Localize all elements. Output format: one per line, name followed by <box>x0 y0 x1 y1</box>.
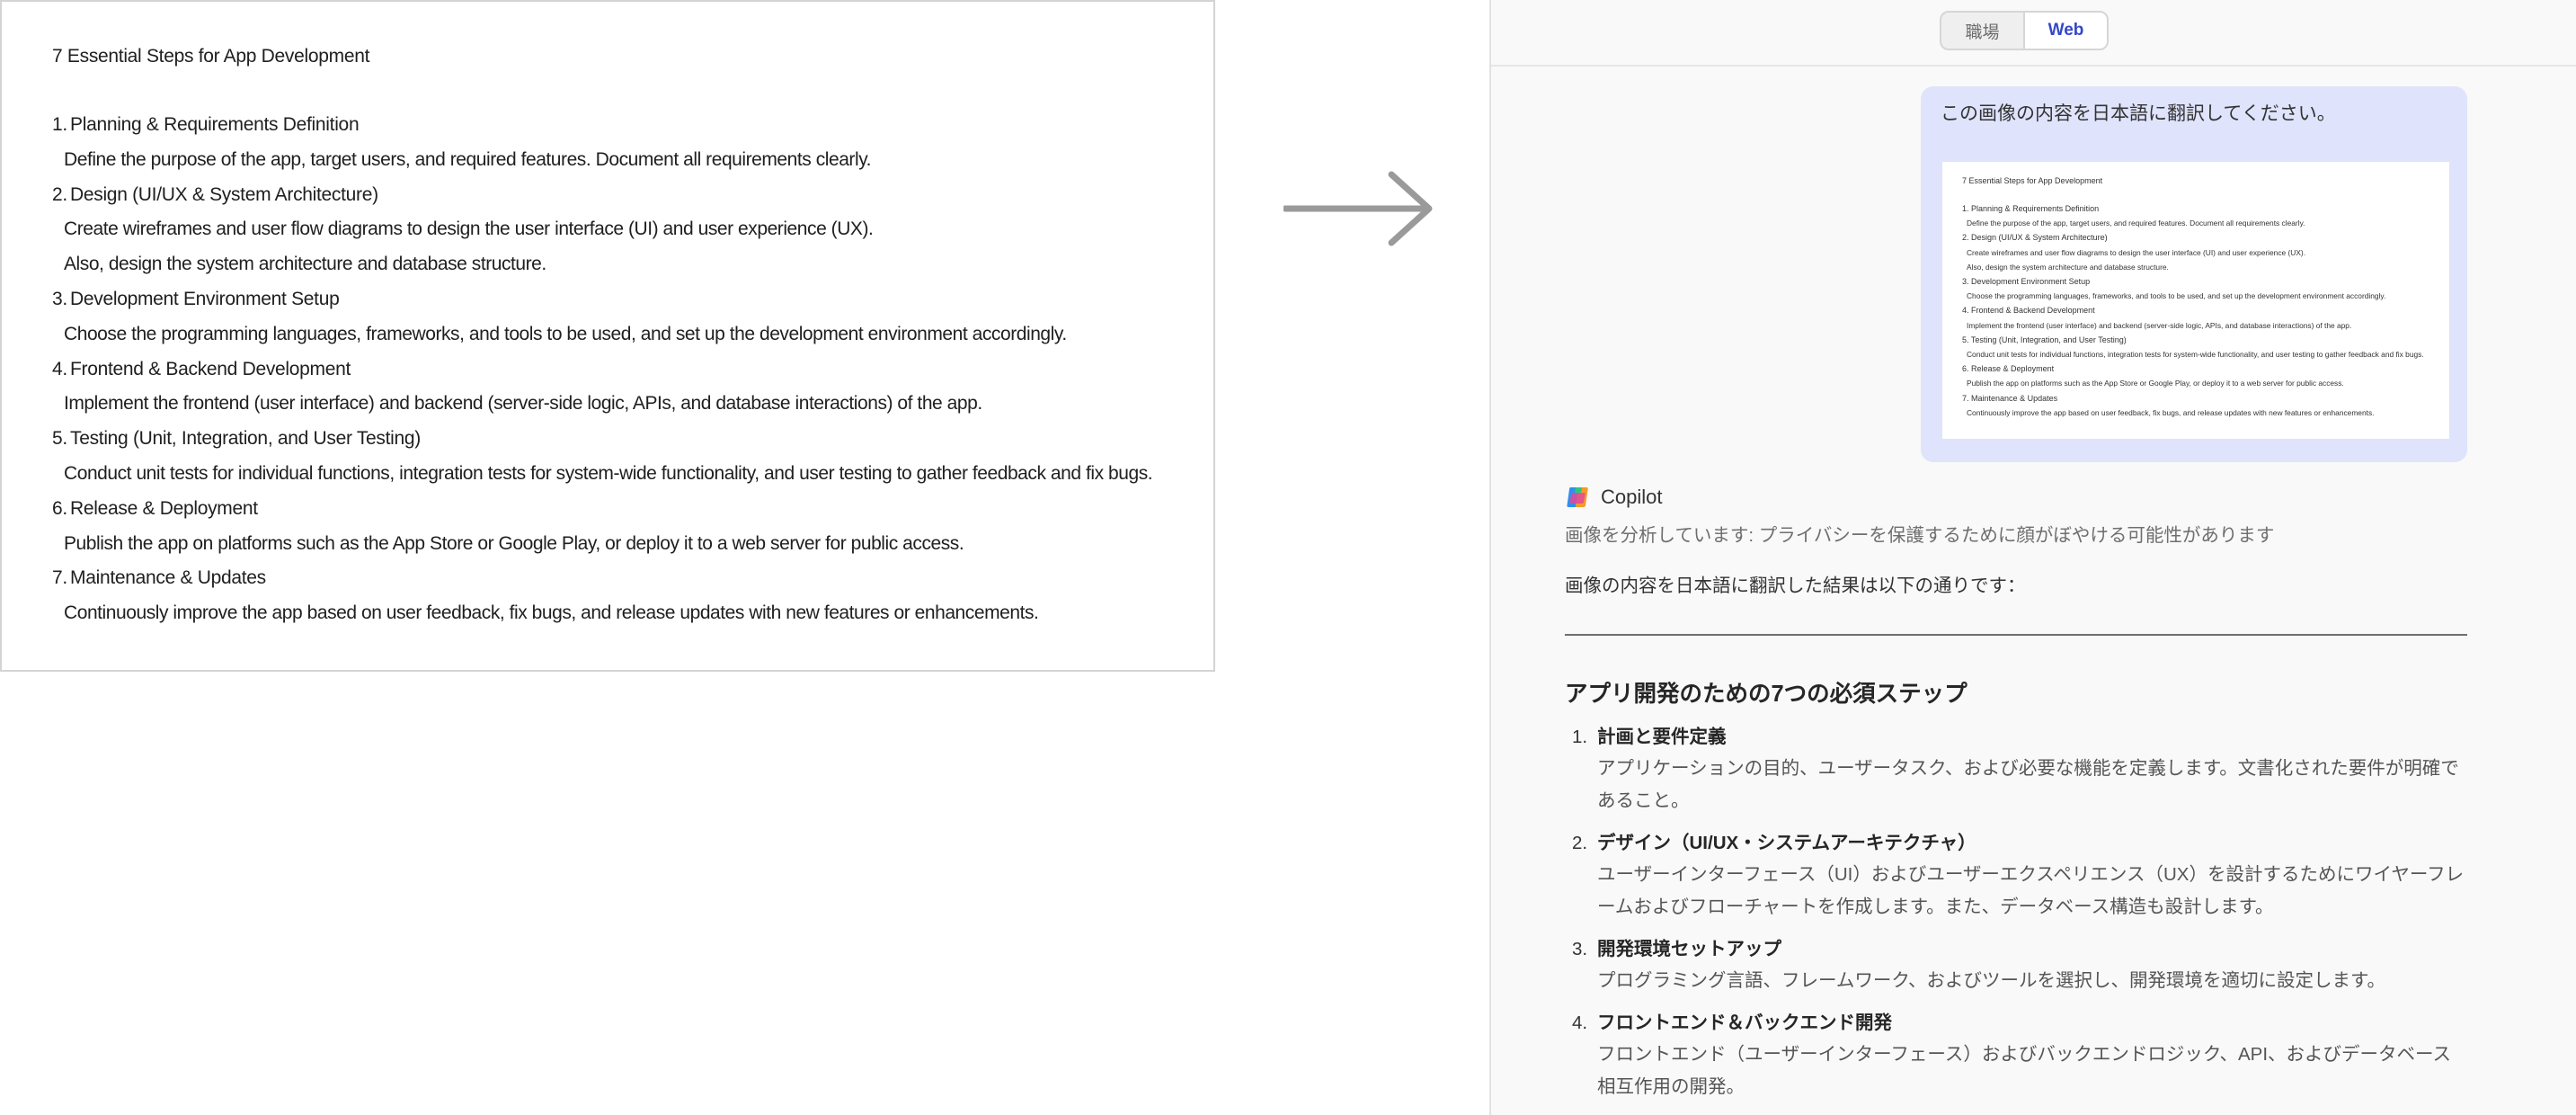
thumbnail-step-description: Define the purpose of the app, target us… <box>1967 219 2305 228</box>
response-item-description: プログラミング言語、フレームワーク、およびツールを選択し、開発環境を適切に設定し… <box>1597 970 2385 991</box>
document-step-number: 5. <box>52 428 67 450</box>
thumbnail-step-description: Implement the frontend (user interface) … <box>1967 320 2352 330</box>
document-step-description: Implement the frontend (user interface) … <box>64 393 982 415</box>
response-item-number: 1. <box>1572 727 1588 747</box>
document-step-number: 6. <box>52 497 67 519</box>
document-step-title: 1. Planning & Requirements Definition <box>52 108 1203 143</box>
thumbnail-step-title: 7. Maintenance & Updates <box>1962 391 2424 406</box>
response-step-list: 1. 計画と要件定義アプリケーションの目的、ユーザータスク、および必要な機能を定義… <box>1565 721 2467 1113</box>
thumbnail-step-description: Publish the app on platforms such as the… <box>1967 379 2344 388</box>
response-list-item: 4. フロントエンド＆バックエンド開発フロントエンド（ユーザーインターフェース）お… <box>1565 1007 2467 1103</box>
thumbnail-step-label: Release & Deployment <box>1971 364 2055 374</box>
thumbnail-step-description: Conduct unit tests for individual functi… <box>1967 350 2424 360</box>
copilot-name: Copilot <box>1601 486 1663 508</box>
thumbnail-step-label: Development Environment Setup <box>1971 277 2091 287</box>
thumbnail-title: 7 Essential Steps for App Development <box>1962 176 2103 185</box>
thumbnail-step-label: Design (UI/UX & System Architecture) <box>1971 233 2108 243</box>
response-item-description: ユーザーインターフェース（UI）およびユーザーエクスペリエンス（UX）を設計する… <box>1597 864 2465 917</box>
document-step-number: 7. <box>52 567 67 589</box>
document-step-list: 1. Planning & Requirements Definition Defi… <box>52 108 1203 631</box>
response-list-item: 2. デザイン（UI/UX・システムアーキテクチャ） ユーザーインターフェース（UI… <box>1565 827 2467 923</box>
document-step-label: Frontend & Backend Development <box>70 358 351 379</box>
thumbnail-step-description: Also, design the system architecture and… <box>1967 262 2169 272</box>
document-step-label: Planning & Requirements Definition <box>70 114 360 135</box>
document-step-description: Also, design the system architecture and… <box>64 254 546 275</box>
panel-header: 職場 Web <box>1491 0 2576 67</box>
document-step-title: 2. Design (UI/UX & System Architecture) <box>52 178 1203 213</box>
source-document-content: 7 Essential Steps for App Development 1.… <box>52 41 1203 631</box>
thumbnail-step-list: 1. Planning & Requirements Definition Def… <box>1962 201 2424 420</box>
document-step-description: Conduct unit tests for individual functi… <box>64 462 1153 484</box>
response-item-number: 3. <box>1572 939 1588 959</box>
response-intro: 画像の内容を日本語に翻訳した結果は以下の通りです： <box>1565 575 2026 596</box>
thumbnail-step-description: Create wireframes and user flow diagrams… <box>1967 247 2306 257</box>
response-list-item: 3. 開発環境セットアッププログラミング言語、フレームワーク、およびツールを選択し… <box>1565 933 2467 997</box>
copilot-logo-icon <box>1567 487 1588 507</box>
document-step-description: Create wireframes and user flow diagrams… <box>64 219 874 240</box>
user-message-bubble: この画像の内容を日本語に翻訳してください。 7 Essential Steps … <box>1921 86 2467 462</box>
document-step-label: Release & Deployment <box>70 497 258 519</box>
response-item-number: 2. <box>1572 833 1588 853</box>
thumbnail-step-title: 5. Testing (Unit, Integration, and User … <box>1962 333 2424 347</box>
document-step-title: 6. Release & Deployment <box>52 492 1203 527</box>
thumbnail-step-number: 7. <box>1962 393 1969 403</box>
toggle-web-button[interactable]: Web <box>2023 13 2107 49</box>
thumbnail-step-label: Maintenance & Updates <box>1971 393 2058 403</box>
response-item-title: 計画と要件定義 <box>1597 727 1727 747</box>
toggle-work-button[interactable]: 職場 <box>1941 13 2023 49</box>
document-step-title: 5. Testing (Unit, Integration, and User T… <box>52 422 1203 457</box>
document-step-number: 4. <box>52 358 67 379</box>
response-item-description: アプリケーションの目的、ユーザータスク、および必要な機能を定義します。文書化され… <box>1597 758 2459 811</box>
analysis-status: 画像を分析しています: プライバシーを保護するために顔がぼやける可能性があります <box>1565 525 2275 546</box>
thumbnail-step-number: 3. <box>1962 277 1969 287</box>
thumbnail-step-label: Frontend & Backend Development <box>1971 306 2095 316</box>
document-step-description: Publish the app on platforms such as the… <box>64 532 964 554</box>
response-item-title: デザイン（UI/UX・システムアーキテクチャ） <box>1597 833 1976 853</box>
response-list-item: 1. 計画と要件定義アプリケーションの目的、ユーザータスク、および必要な機能を定義… <box>1565 721 2467 817</box>
document-step-description: Define the purpose of the app, target us… <box>64 148 872 170</box>
document-step-label: Testing (Unit, Integration, and User Tes… <box>70 428 421 450</box>
response-item-description: フロントエンド（ユーザーインターフェース）およびバックエンドロジック、API、お… <box>1597 1044 2452 1097</box>
document-step-label: Development Environment Setup <box>70 288 340 309</box>
thumbnail-step-number: 1. <box>1962 204 1969 213</box>
right-arrow-icon <box>1284 171 1433 246</box>
copilot-panel: 職場 Web この画像の内容を日本語に翻訳してください。 7 Essential… <box>1489 0 2576 1115</box>
response-item-number: 4. <box>1572 1012 1588 1033</box>
thumbnail-content: 7 Essential Steps for App Development 1.… <box>1962 174 2424 420</box>
response-item-title: フロントエンド＆バックエンド開発 <box>1597 1012 1892 1033</box>
document-step-number: 3. <box>52 288 67 309</box>
thumbnail-step-number: 2. <box>1962 233 1969 243</box>
document-step-label: Maintenance & Updates <box>70 567 266 589</box>
thumbnail-step-number: 5. <box>1962 334 1969 344</box>
user-message-text: この画像の内容を日本語に翻訳してください。 <box>1941 103 2336 124</box>
document-step-label: Design (UI/UX & System Architecture) <box>70 183 378 205</box>
thumbnail-step-title: 2. Design (UI/UX & System Architecture) <box>1962 230 2424 245</box>
divider <box>1565 634 2467 636</box>
document-step-description: Choose the programming languages, framew… <box>64 323 1067 344</box>
document-step-description: Continuously improve the app based on us… <box>64 602 1039 624</box>
document-step-number: 1. <box>52 114 67 135</box>
document-step-title: 3. Development Environment Setup <box>52 282 1203 317</box>
thumbnail-step-title: 1. Planning & Requirements Definition <box>1962 201 2424 216</box>
thumbnail-step-number: 4. <box>1962 306 1969 316</box>
thumbnail-step-number: 6. <box>1962 364 1969 374</box>
thumbnail-step-title: 3. Development Environment Setup <box>1962 274 2424 289</box>
thumbnail-step-description: Choose the programming languages, framew… <box>1967 291 2386 301</box>
document-step-title: 7. Maintenance & Updates <box>52 561 1203 596</box>
thumbnail-step-label: Testing (Unit, Integration, and User Tes… <box>1970 334 2127 344</box>
thumbnail-step-label: Planning & Requirements Definition <box>1971 204 2100 213</box>
document-title: 7 Essential Steps for App Development <box>52 46 370 67</box>
thumbnail-step-title: 6. Release & Deployment <box>1962 361 2424 376</box>
attached-image-thumbnail[interactable]: 7 Essential Steps for App Development 1.… <box>1942 162 2449 439</box>
document-step-number: 2. <box>52 183 67 205</box>
document-step-title: 4. Frontend & Backend Development <box>52 352 1203 388</box>
copilot-header: Copilot <box>1565 482 1662 513</box>
response-item-title: 開発環境セットアップ <box>1597 939 1781 959</box>
thumbnail-step-title: 4. Frontend & Backend Development <box>1962 303 2424 317</box>
work-web-toggle: 職場 Web <box>1940 11 2109 50</box>
response-heading: アプリ開発のための7つの必須ステップ <box>1565 682 1968 707</box>
source-document: 7 Essential Steps for App Development 1.… <box>0 0 1215 672</box>
thumbnail-step-description: Continuously improve the app based on us… <box>1967 407 2375 417</box>
